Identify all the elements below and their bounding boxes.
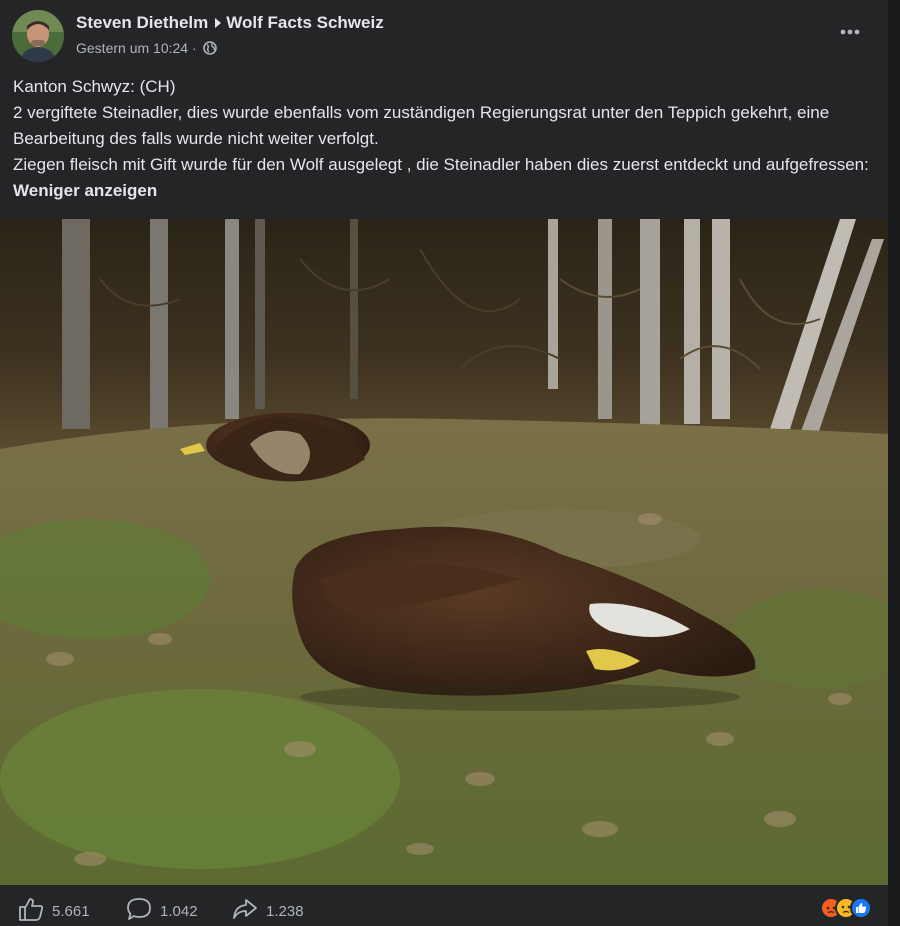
comment-icon [126, 897, 152, 925]
post-body-text: Kanton Schwyz: (CH) 2 vergiftete Steinad… [13, 74, 873, 204]
comment-button[interactable]: 1.042 [126, 897, 198, 925]
post-text-line-2: 2 vergiftete Steinadler, dies wurde eben… [13, 103, 830, 148]
share-count: 1.238 [266, 902, 304, 920]
author-line: Steven Diethelm Wolf Facts Schweiz [76, 13, 384, 34]
author-avatar[interactable] [12, 10, 64, 62]
like-button[interactable]: 5.661 [18, 897, 90, 925]
post-header: Steven Diethelm Wolf Facts Schweiz Gester… [12, 10, 876, 66]
more-dots-icon [840, 29, 860, 35]
post-footer: 5.661 1.042 1.238 [0, 885, 888, 926]
share-button[interactable]: 1.238 [232, 897, 304, 925]
see-less-link[interactable]: Weniger anzeigen [13, 181, 157, 200]
like-count: 5.661 [52, 902, 90, 920]
globe-icon [202, 41, 217, 58]
post-meta: Gestern um 10:24 · [76, 40, 217, 58]
post-text-line-3-content: Ziegen fleisch mit Gift wurde für den Wo… [13, 155, 869, 174]
reactions-summary[interactable] [820, 897, 872, 919]
meta-separator: · [191, 40, 197, 56]
post-text-line-1: Kanton Schwyz: (CH) [13, 77, 176, 96]
page-background [888, 0, 900, 926]
post-photo[interactable] [0, 219, 888, 885]
caret-right-icon [214, 14, 222, 34]
more-options-button[interactable] [836, 18, 864, 46]
post-text-line-3: Ziegen fleisch mit Gift wurde für den Wo… [13, 152, 873, 204]
post-timestamp[interactable]: Gestern um 10:24 [76, 40, 188, 56]
share-icon [232, 897, 258, 925]
like-reaction-icon [850, 897, 872, 919]
post-card: Steven Diethelm Wolf Facts Schweiz Gester… [0, 0, 888, 926]
author-name[interactable]: Steven Diethelm [76, 13, 208, 32]
group-name[interactable]: Wolf Facts Schweiz [226, 13, 383, 32]
thumbs-up-icon [18, 897, 44, 925]
comment-count: 1.042 [160, 902, 198, 920]
